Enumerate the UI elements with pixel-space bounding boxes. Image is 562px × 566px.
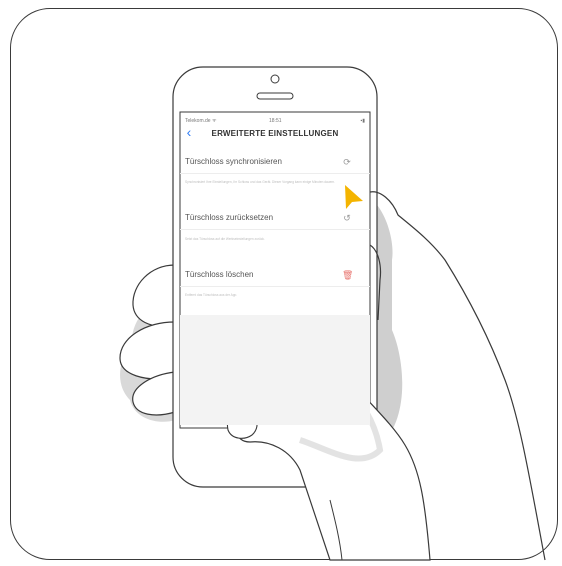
row-delete-description: Entfernt das Türschloss aus der App. xyxy=(185,293,238,297)
trash-icon[interactable]: 🗑 xyxy=(342,270,353,280)
divider xyxy=(180,286,370,287)
battery-icon: ▪▮ xyxy=(360,118,365,124)
divider xyxy=(180,229,370,230)
empty-background xyxy=(180,315,370,425)
status-bar: Telekom.de ᯤ 18:51 ▪▮ xyxy=(185,118,365,126)
divider xyxy=(180,173,370,174)
sync-icon[interactable]: ⟳ xyxy=(342,157,352,167)
row-reset-description: Setzt das Türschloss auf die Werkseinste… xyxy=(185,237,265,241)
finger-left-2 xyxy=(119,321,176,380)
row-reset-lock[interactable]: Türschloss zurücksetzen xyxy=(185,213,273,222)
row-delete-lock[interactable]: Türschloss löschen xyxy=(185,270,253,279)
reset-icon[interactable]: ↺ xyxy=(342,213,352,223)
row-sync-lock[interactable]: Türschloss synchronisieren xyxy=(185,157,282,166)
finger-left-1 xyxy=(132,264,176,327)
status-time: 18:51 xyxy=(269,118,282,124)
pointer-cursor-icon xyxy=(345,185,363,209)
page-title: ERWEITERTE EINSTELLUNGEN xyxy=(211,129,339,138)
phone-screen: Telekom.de ᯤ 18:51 ▪▮ ‹ ERWEITERTE EINST… xyxy=(180,115,370,425)
row-sync-description: Synchronisiert Ihre Einstellungen, Ihr S… xyxy=(185,180,336,184)
